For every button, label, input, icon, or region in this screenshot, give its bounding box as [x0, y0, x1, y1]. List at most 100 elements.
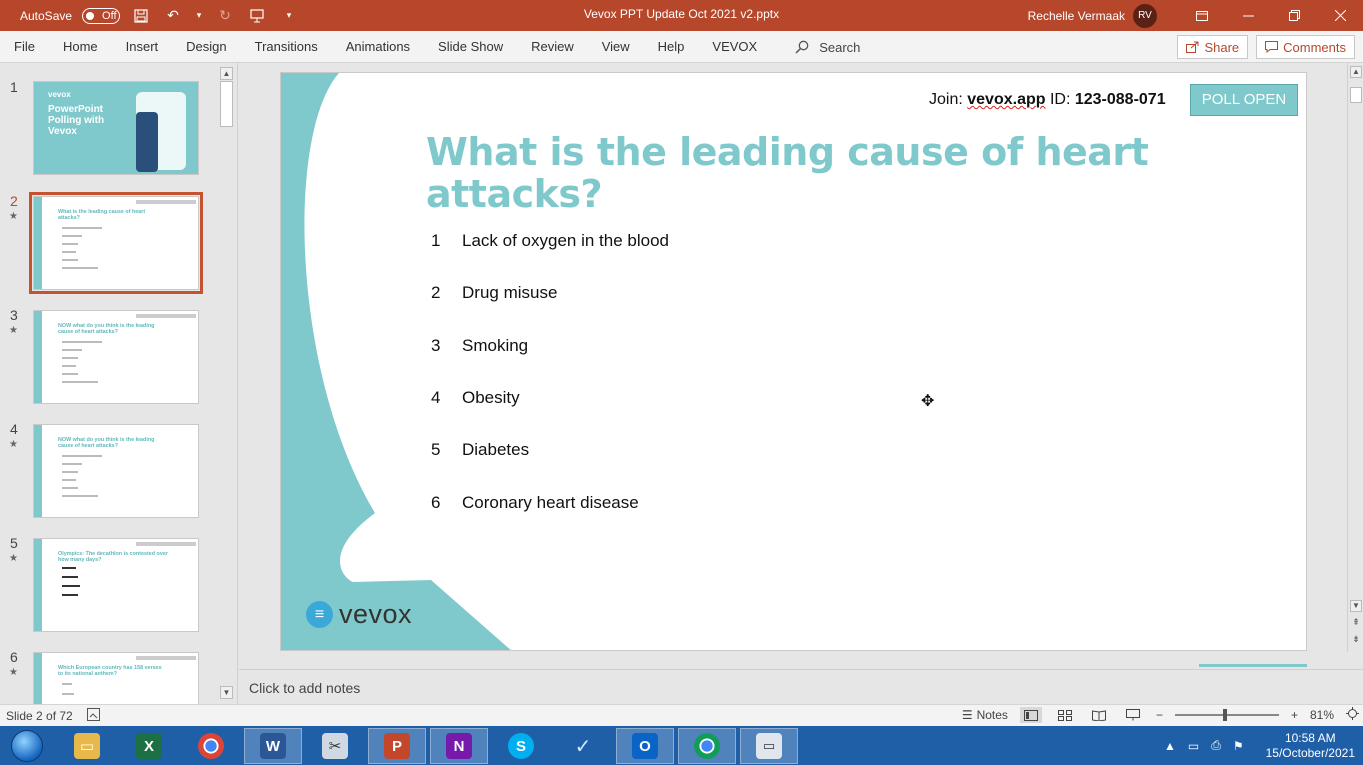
action-center-flag-icon[interactable]: ⚑: [1233, 739, 1244, 753]
taskbar-app-word[interactable]: W: [244, 728, 302, 764]
previous-slide-icon[interactable]: ⇞: [1350, 617, 1362, 628]
thumbnail-line: [62, 471, 78, 473]
display-icon[interactable]: ▭: [1188, 739, 1199, 753]
tab-vevox[interactable]: VEVOX: [698, 31, 771, 63]
fit-slide-icon[interactable]: [1346, 707, 1359, 723]
ribbon-display-options-icon[interactable]: [1179, 0, 1225, 31]
thumbnail-scrollbar[interactable]: ▲ ▼: [218, 65, 235, 701]
notes-pane[interactable]: Click to add notes: [239, 664, 1363, 704]
zoom-slider[interactable]: [1174, 709, 1279, 721]
taskbar-app-chrome-profile[interactable]: [678, 728, 736, 764]
thumbnail-line: [62, 463, 82, 465]
zoom-slider-knob[interactable]: [1222, 709, 1227, 721]
clock[interactable]: 10:58 AM 15/October/2021: [1266, 731, 1355, 761]
tab-slide-show[interactable]: Slide Show: [424, 31, 517, 63]
thumbnail-curve-overlay: [42, 653, 102, 704]
comments-label: Comments: [1283, 39, 1346, 55]
taskbar-app-chrome[interactable]: [182, 728, 240, 764]
thumbnail-line: [62, 455, 102, 457]
undo-dropdown-icon[interactable]: ▾: [194, 5, 204, 27]
share-icon: [1186, 41, 1199, 53]
scroll-up-icon[interactable]: ▲: [1350, 66, 1362, 78]
slide-thumbnail-4[interactable]: NOW what do you think is the leading cau…: [33, 424, 199, 518]
reading-view-icon[interactable]: [1088, 707, 1110, 723]
tab-design[interactable]: Design: [172, 31, 240, 63]
tab-transitions[interactable]: Transitions: [241, 31, 332, 63]
zoom-level[interactable]: 81%: [1310, 708, 1334, 722]
autosave-toggle[interactable]: Off: [82, 7, 121, 24]
slide-thumbnail-6[interactable]: Which European country has 158 verses to…: [33, 652, 199, 704]
thumbnail-title: NOW what do you think is the leading cau…: [58, 323, 155, 335]
undo-icon[interactable]: ↶: [162, 5, 184, 27]
taskbar-app-skype[interactable]: S: [492, 728, 550, 764]
scroll-down-icon[interactable]: ▼: [220, 686, 233, 699]
thumbnail-line: [62, 487, 78, 489]
slide-thumbnail-3[interactable]: NOW what do you think is the leading cau…: [33, 310, 199, 404]
start-slideshow-icon[interactable]: [246, 5, 268, 27]
answer-item: 1 Lack of oxygen in the blood: [431, 231, 831, 255]
current-slide[interactable]: Join: vevox.app ID: 123-088-071 POLL OPE…: [280, 72, 1307, 651]
taskbar-app-excel[interactable]: X: [120, 728, 178, 764]
taskbar-app-powerpoint[interactable]: P: [368, 728, 426, 764]
thumbnail-line: [62, 585, 80, 587]
slideshow-view-icon[interactable]: [1122, 707, 1144, 723]
answer-item: 2 Drug misuse: [431, 283, 831, 307]
slide-thumbnail-5[interactable]: Olympics: The decathlon is contested ove…: [33, 538, 199, 632]
animation-star-icon: ★: [9, 553, 18, 564]
poll-status-badge[interactable]: POLL OPEN: [1190, 84, 1298, 116]
tab-review[interactable]: Review: [517, 31, 588, 63]
taskbar-app-outlook[interactable]: O: [616, 728, 674, 764]
avatar[interactable]: RV: [1133, 3, 1157, 28]
redo-icon[interactable]: ↻: [214, 5, 236, 27]
restore-icon[interactable]: [1271, 0, 1317, 31]
next-slide-icon[interactable]: ⇟: [1350, 634, 1362, 645]
search-box[interactable]: Search: [795, 40, 860, 55]
thumbnail-number: 5: [10, 535, 18, 551]
notes-splitter[interactable]: [1199, 664, 1307, 667]
taskbar-app-file-explorer[interactable]: ▭: [58, 728, 116, 764]
minimize-icon[interactable]: [1225, 0, 1271, 31]
animation-star-icon: ★: [9, 211, 18, 222]
scrollbar-thumb[interactable]: [220, 81, 233, 127]
taskbar-app-snipping-tool[interactable]: ✂: [306, 728, 364, 764]
zoom-out-icon[interactable]: −: [1156, 708, 1163, 722]
tab-file[interactable]: File: [0, 31, 49, 63]
share-button[interactable]: Share: [1177, 35, 1249, 59]
taskbar-app-remote-desktop[interactable]: ▭: [740, 728, 798, 764]
join-instructions: Join: vevox.app ID: 123-088-071: [929, 91, 1166, 109]
taskbar-app-onenote[interactable]: N: [430, 728, 488, 764]
animation-star-icon: ★: [9, 667, 18, 678]
answer-text: Lack of oxygen in the blood: [462, 231, 669, 250]
tab-help[interactable]: Help: [644, 31, 699, 63]
zoom-in-icon[interactable]: +: [1291, 708, 1298, 722]
save-icon[interactable]: [130, 5, 152, 27]
chrome-icon: [198, 733, 224, 759]
thumbnail-join-bar: [136, 656, 196, 660]
tab-animations[interactable]: Animations: [332, 31, 424, 63]
slide-thumbnail-2[interactable]: What is the leading cause of heart attac…: [29, 192, 203, 294]
slide-sorter-icon[interactable]: [1054, 707, 1076, 723]
comments-button[interactable]: Comments: [1256, 35, 1355, 59]
close-icon[interactable]: [1317, 0, 1363, 31]
normal-view-icon[interactable]: [1019, 707, 1042, 723]
thumbnail-join-bar: [136, 542, 196, 546]
editor-scrollbar[interactable]: ▲ ▼ ⇞ ⇟: [1347, 63, 1363, 652]
notes-placeholder[interactable]: Click to add notes: [249, 680, 360, 696]
accessibility-icon[interactable]: [86, 708, 100, 724]
tab-home[interactable]: Home: [49, 31, 112, 63]
device-icon[interactable]: ⎙: [1211, 738, 1221, 753]
scroll-down-icon[interactable]: ▼: [1350, 600, 1362, 612]
tab-view[interactable]: View: [588, 31, 644, 63]
customize-toolbar-icon[interactable]: ▾: [278, 5, 300, 27]
scroll-up-icon[interactable]: ▲: [220, 67, 233, 80]
user-name[interactable]: Rechelle Vermaak: [1028, 9, 1125, 23]
slide-thumbnail-1[interactable]: vevox PowerPoint Polling with Vevox: [33, 81, 199, 175]
person-illustration: [136, 112, 158, 172]
start-button[interactable]: [4, 728, 50, 764]
tab-insert[interactable]: Insert: [112, 31, 173, 63]
scrollbar-thumb[interactable]: [1350, 87, 1362, 103]
notes-button[interactable]: ☰ Notes: [962, 708, 1008, 722]
show-hidden-icons-icon[interactable]: ▲: [1164, 739, 1176, 753]
taskbar-app-vevox[interactable]: ✓: [554, 728, 612, 764]
thumbnail-number: 3: [10, 307, 18, 323]
